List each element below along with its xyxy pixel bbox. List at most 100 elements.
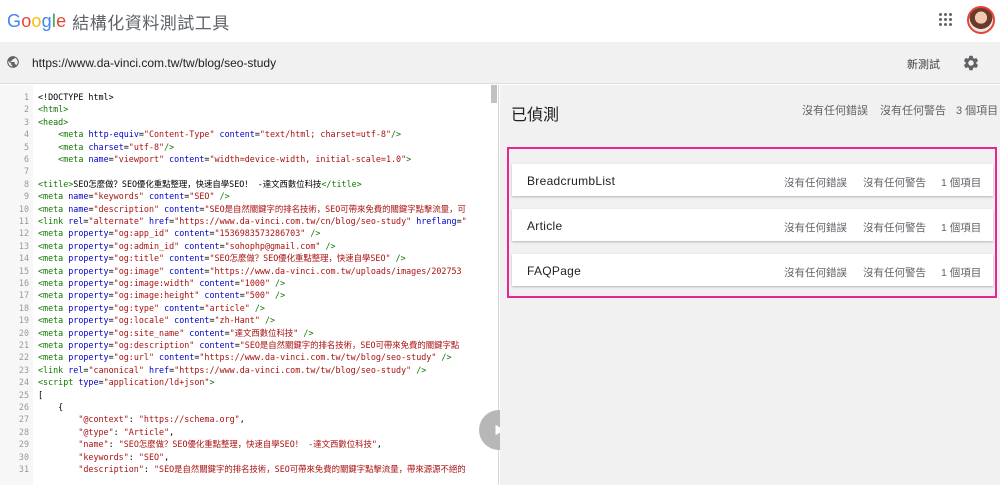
card-count: 1 個項目 xyxy=(941,222,982,234)
card-count: 1 個項目 xyxy=(941,267,982,279)
card-type-name: Article xyxy=(527,219,563,233)
code-text: "description": "SEO是自然關鍵字的排名技術，SEO可帶來免費的… xyxy=(78,464,466,474)
code-line: 21 <meta property="og:description" conten… xyxy=(0,339,498,351)
code-line: 1 <!DOCTYPE html> xyxy=(0,91,498,103)
summary-warnings: 沒有任何警告 xyxy=(880,105,946,117)
line-number: 13 xyxy=(18,240,29,251)
code-text: <meta http-equiv="Content-Type" content=… xyxy=(58,129,402,140)
code-line: 25 [ xyxy=(0,389,498,401)
code-line: 11 <link rel="alternate" href="https://ww… xyxy=(0,215,498,227)
code-line: 12 <meta property="og:app_id" content="15… xyxy=(0,227,498,239)
code-line: 31 "description": "SEO是自然關鍵字的排名技術，SEO可帶來… xyxy=(0,463,498,475)
google-logo: Google xyxy=(7,11,66,32)
code-line: 16 <meta property="og:image:width" conten… xyxy=(0,277,498,289)
code-text: <meta property="og:url" content="https:/… xyxy=(38,352,452,363)
code-text: { xyxy=(38,402,64,412)
code-text: <link rel="alternate" href="https://www.… xyxy=(38,216,467,226)
line-number: 26 xyxy=(18,402,29,412)
detected-title: 已偵測 xyxy=(511,107,560,124)
code-line: 15 <meta property="og:image" content="htt… xyxy=(0,265,498,277)
gear-icon[interactable] xyxy=(962,54,980,72)
code-line: 3 <head> xyxy=(0,116,498,128)
code-line: 23 <link rel="canonical" href="https://ww… xyxy=(0,364,498,376)
code-text: <head> xyxy=(38,116,69,127)
code-line: 14 <meta property="og:title" content="SEO… xyxy=(0,252,498,264)
card-errors: 沒有任何錯誤 xyxy=(784,222,847,234)
code-text: <meta property="og:app_id" content="1536… xyxy=(38,228,321,239)
line-number: 1 xyxy=(23,92,29,102)
results-panel: 已偵測 沒有任何錯誤 沒有任何警告 3 個項目 BreadcrumbList 沒有… xyxy=(500,85,1000,485)
line-number: 30 xyxy=(18,451,29,462)
code-text: <meta property="og:image:width" content=… xyxy=(38,278,286,288)
line-number: 27 xyxy=(18,414,29,425)
code-text: <link rel="canonical" href="https://www.… xyxy=(38,364,427,375)
code-text: <meta property="og:type" content="articl… xyxy=(38,302,265,313)
code-text: <meta property="og:title" content="SEO怎麼… xyxy=(38,253,406,264)
code-text: <meta property="og:locale" content="zh-H… xyxy=(38,315,276,326)
line-number: 24 xyxy=(18,377,29,388)
card-errors: 沒有任何錯誤 xyxy=(784,177,847,189)
code-editor[interactable]: 1 <!DOCTYPE html> 2 <html> 3 <head> 4 <meta ht… xyxy=(0,85,499,485)
url-input[interactable]: https://www.da-vinci.com.tw/tw/blog/seo-… xyxy=(32,56,276,70)
card-type-name: BreadcrumbList xyxy=(527,174,616,188)
line-number: 4 xyxy=(23,129,29,140)
line-number: 20 xyxy=(18,327,29,338)
line-number: 25 xyxy=(18,389,29,400)
logo-letter: G xyxy=(7,10,22,31)
result-card-faqpage[interactable]: FAQPage 沒有任何錯誤 沒有任何警告 1 個項目 xyxy=(512,254,993,286)
code-line: 28 "@type": "Article", xyxy=(0,426,498,438)
code-text: <meta property="og:site_name" content="達… xyxy=(38,327,314,338)
code-text: "keywords": "SEO", xyxy=(78,451,170,462)
card-errors: 沒有任何錯誤 xyxy=(784,267,847,279)
apps-grid-icon[interactable] xyxy=(939,13,953,27)
result-card-article[interactable]: Article 沒有任何錯誤 沒有任何警告 1 個項目 xyxy=(512,209,993,241)
line-number: 15 xyxy=(18,265,29,276)
result-card-breadcrumblist[interactable]: BreadcrumbList 沒有任何錯誤 沒有任何警告 1 個項目 xyxy=(512,164,993,196)
code-text: "@type": "Article", xyxy=(78,426,175,437)
logo-letter: o xyxy=(21,10,32,31)
line-number: 9 xyxy=(23,191,29,202)
line-number: 3 xyxy=(23,116,29,127)
line-number: 18 xyxy=(18,302,29,313)
line-number: 14 xyxy=(18,253,29,264)
code-text: <meta name="description" content="SEO是自然… xyxy=(38,203,466,214)
code-text: <meta property="og:image:height" content… xyxy=(38,290,286,301)
logo-letter: o xyxy=(31,10,42,31)
code-line: 30 "keywords": "SEO", xyxy=(0,451,498,463)
logo-letter: g xyxy=(41,10,52,31)
code-line: 27 "@context": "https://schema.org", xyxy=(0,413,498,425)
line-number: 16 xyxy=(18,278,29,288)
logo-letter: e xyxy=(56,10,67,31)
code-text: <meta property="og:image" content="https… xyxy=(38,265,462,276)
code-text: <script type="application/ld+json"> xyxy=(38,377,215,388)
code-text: <title>SEO怎麼做？SEO優化重點整理，快速自學SEO！ -達文西數位科… xyxy=(38,178,362,189)
code-line: 17 <meta property="og:image:height" conte… xyxy=(0,289,498,301)
card-count: 1 個項目 xyxy=(941,177,982,189)
code-text: "@context": "https://schema.org", xyxy=(78,414,245,425)
line-number: 12 xyxy=(18,228,29,239)
line-number: 29 xyxy=(18,439,29,450)
top-bar: Google 結構化資料測試工具 xyxy=(0,0,1000,42)
code-line: 19 <meta property="og:locale" content="zh… xyxy=(0,314,498,326)
code-text: <html> xyxy=(38,104,69,115)
code-line: 2 <html> xyxy=(0,103,498,115)
code-line: 22 <meta property="og:url" content="https… xyxy=(0,351,498,363)
line-number: 7 xyxy=(23,166,29,177)
code-text: <meta property="og:admin_id" content="so… xyxy=(38,240,336,251)
line-number: 10 xyxy=(18,203,29,214)
code-text: <meta charset="utf-8"/> xyxy=(58,141,175,152)
code-line: 4 <meta http-equiv="Content-Type" conten… xyxy=(0,128,498,140)
code-line: 5 <meta charset="utf-8"/> xyxy=(0,141,498,153)
avatar[interactable] xyxy=(967,6,995,34)
code-line: 13 <meta property="og:admin_id" content="… xyxy=(0,240,498,252)
code-line: 7 xyxy=(0,165,498,177)
card-warnings: 沒有任何警告 xyxy=(863,267,926,279)
code-line: 18 <meta property="og:type" content="arti… xyxy=(0,302,498,314)
line-number: 22 xyxy=(18,352,29,363)
code-line: 6 <meta name="viewport" content="width=d… xyxy=(0,153,498,165)
code-text: <!DOCTYPE html> xyxy=(38,92,114,102)
new-test-button[interactable]: 新測試 xyxy=(907,56,940,72)
code-line: 29 "name": "SEO怎麼做？SEO優化重點整理，快速自學SEO！ -達… xyxy=(0,438,498,450)
code-line: 24 <script type="application/ld+json"> xyxy=(0,376,498,388)
card-type-name: FAQPage xyxy=(527,264,582,278)
